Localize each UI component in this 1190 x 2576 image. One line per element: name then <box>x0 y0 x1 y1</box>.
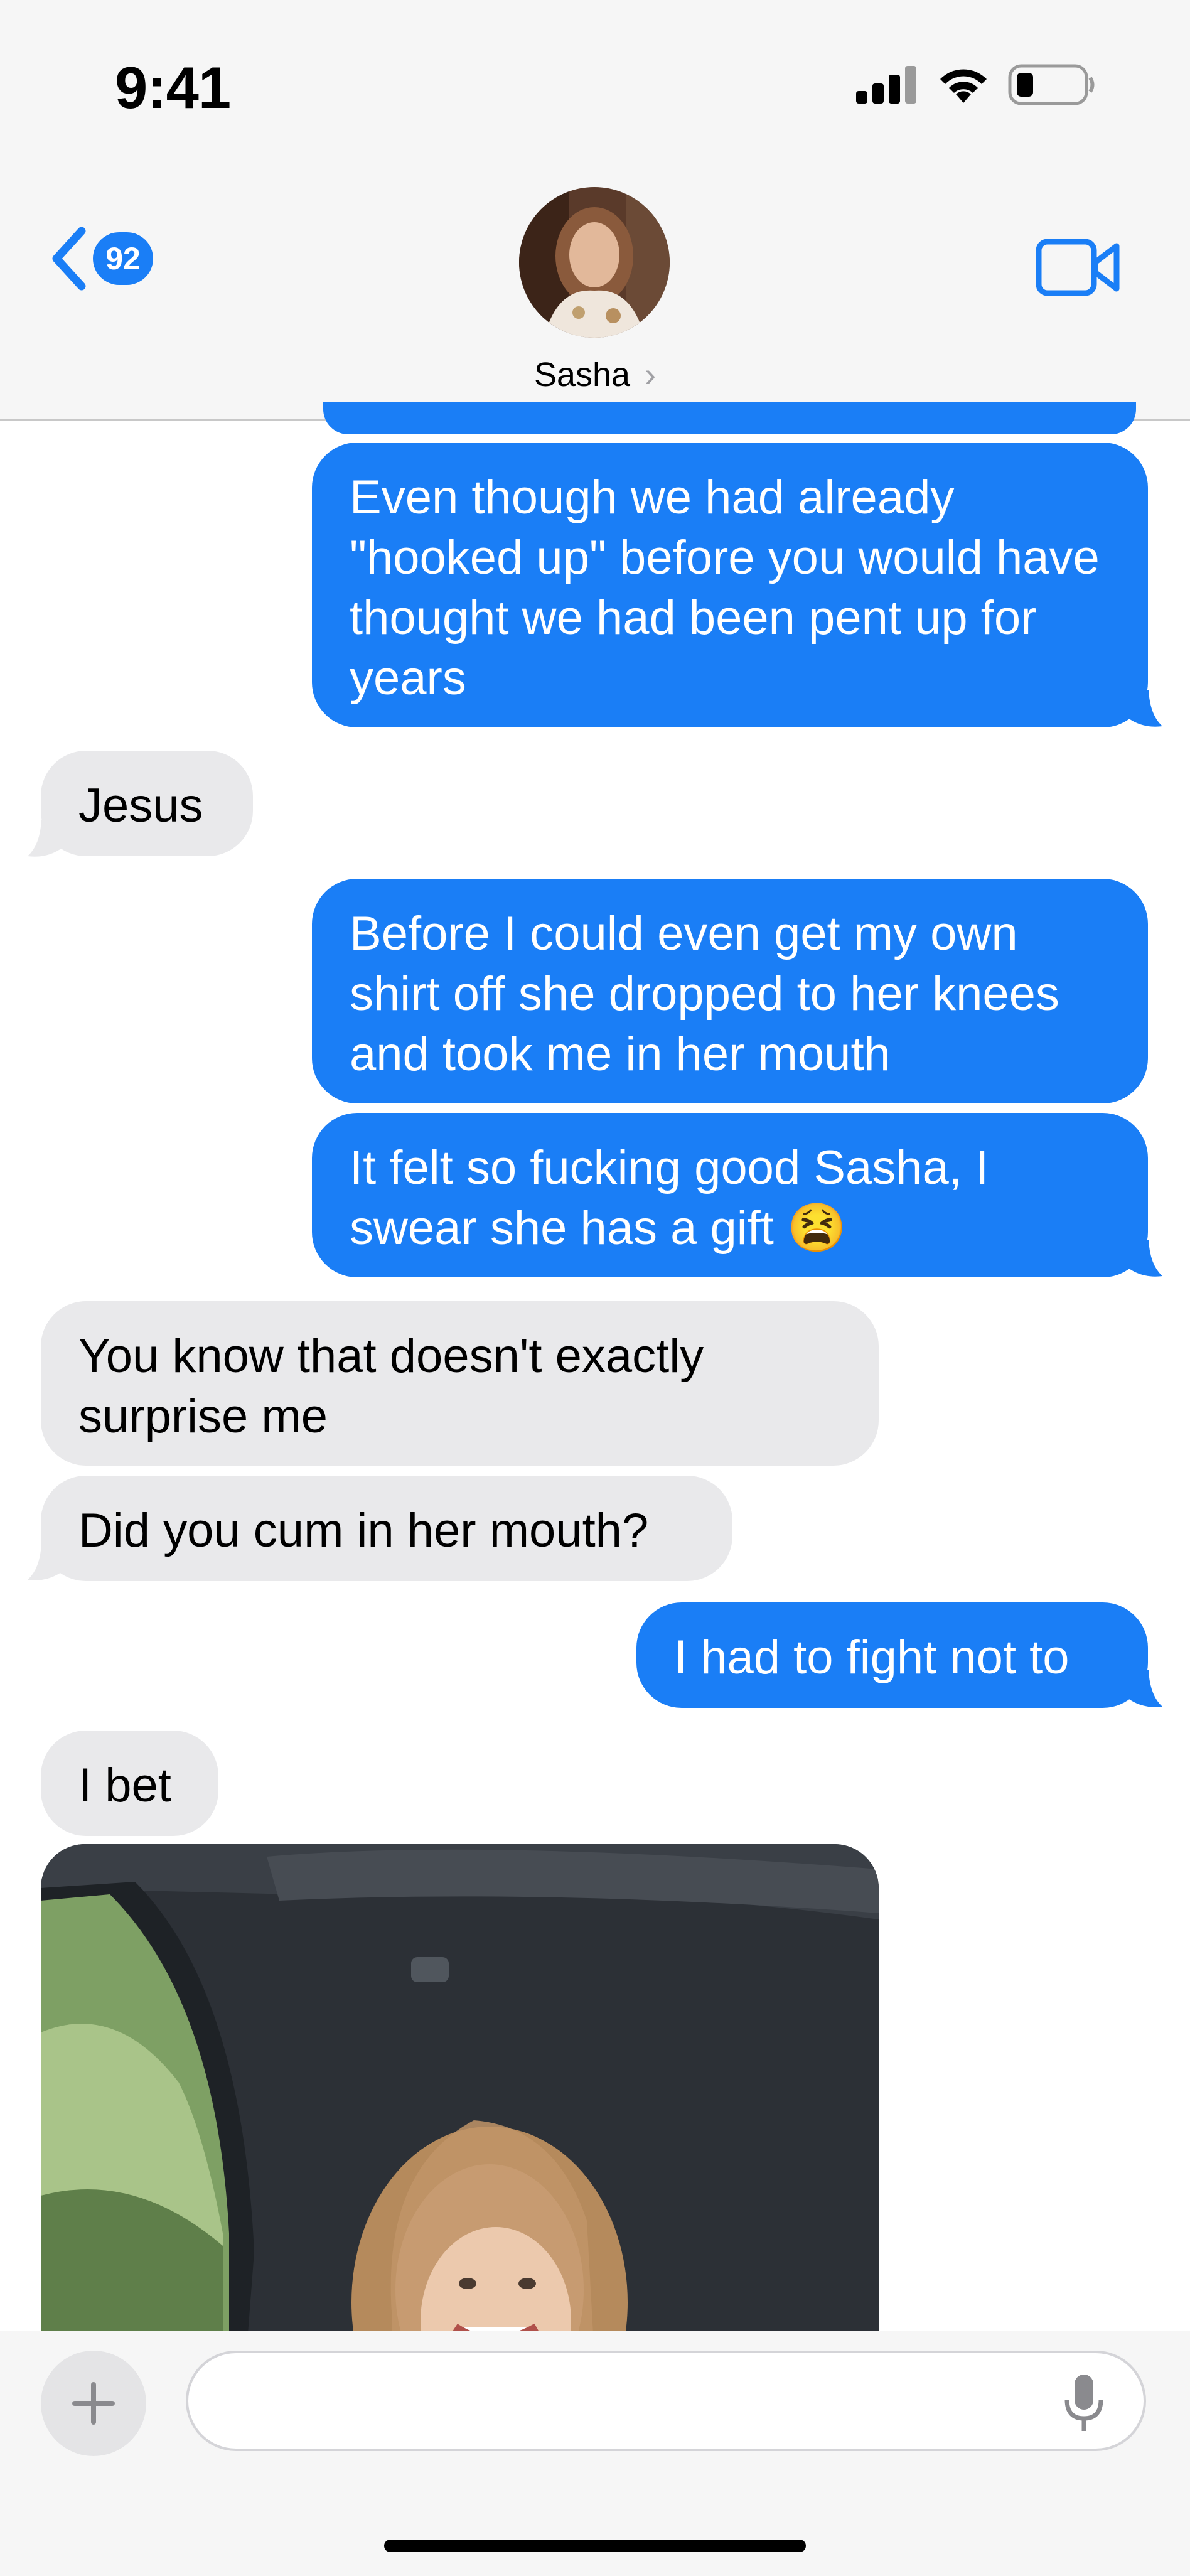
chevron-right-icon: › <box>645 356 657 394</box>
bubble-tail <box>1123 1240 1162 1277</box>
wifi-icon <box>940 69 987 103</box>
photo-attachment[interactable] <box>41 1844 879 2334</box>
contact-name: Sasha <box>533 356 631 394</box>
message-text: Jesus <box>78 779 203 832</box>
microphone-icon[interactable] <box>1062 2372 1106 2435</box>
video-call-button[interactable] <box>1036 239 1121 299</box>
outgoing-message-bubble[interactable]: Before I could even get my own shirt off… <box>312 879 1148 1103</box>
outgoing-message-bubble[interactable]: I had to fight not to <box>636 1602 1148 1708</box>
message-text: I had to fight not to <box>674 1631 1069 1684</box>
message-text: You know that doesn't exactly surprise m… <box>78 1329 704 1443</box>
incoming-message-bubble[interactable]: You know that doesn't exactly surprise m… <box>41 1301 879 1466</box>
avatar-photo <box>519 187 670 338</box>
bubble-tail <box>28 820 67 857</box>
outgoing-message-bubble[interactable]: It felt so fucking good Sasha, I swear s… <box>312 1113 1148 1277</box>
attached-photo <box>41 1844 879 2334</box>
signal-icon <box>856 66 916 104</box>
partial-message-bubble <box>323 402 1136 434</box>
unread-count-badge: 92 <box>93 232 153 285</box>
incoming-message-bubble[interactable]: I bet <box>41 1731 218 1836</box>
video-call-icon <box>1036 239 1120 296</box>
navigation-header: 9:41 92 Sasha › <box>0 0 1190 421</box>
battery-icon <box>1008 64 1095 105</box>
back-button[interactable]: 92 <box>49 226 153 291</box>
message-text: I bet <box>78 1759 171 1812</box>
message-text: It felt so fucking good Sasha, I swear s… <box>350 1141 989 1255</box>
contact-name-button[interactable]: Sasha › <box>0 355 1190 394</box>
status-icons <box>856 64 1096 105</box>
message-text: Even though we had already "hooked up" b… <box>350 471 1100 705</box>
incoming-message-bubble[interactable]: Did you cum in her mouth? <box>41 1476 732 1581</box>
plus-icon <box>72 2382 115 2425</box>
back-chevron-icon <box>52 227 86 291</box>
message-text: Before I could even get my own shirt off… <box>350 907 1059 1081</box>
home-indicator <box>384 2540 806 2552</box>
bubble-tail <box>1123 1670 1162 1707</box>
emoji: 😫 <box>787 1201 847 1255</box>
incoming-message-bubble[interactable]: Jesus <box>41 751 253 856</box>
status-time: 9:41 <box>115 55 231 121</box>
outgoing-message-bubble[interactable]: Even though we had already "hooked up" b… <box>312 443 1148 727</box>
add-attachment-button[interactable] <box>41 2351 146 2456</box>
bubble-tail <box>1123 690 1162 727</box>
bubble-tail <box>28 1543 67 1580</box>
message-text: Did you cum in her mouth? <box>78 1504 649 1557</box>
message-input[interactable] <box>186 2351 1146 2451</box>
contact-avatar[interactable] <box>519 187 670 338</box>
